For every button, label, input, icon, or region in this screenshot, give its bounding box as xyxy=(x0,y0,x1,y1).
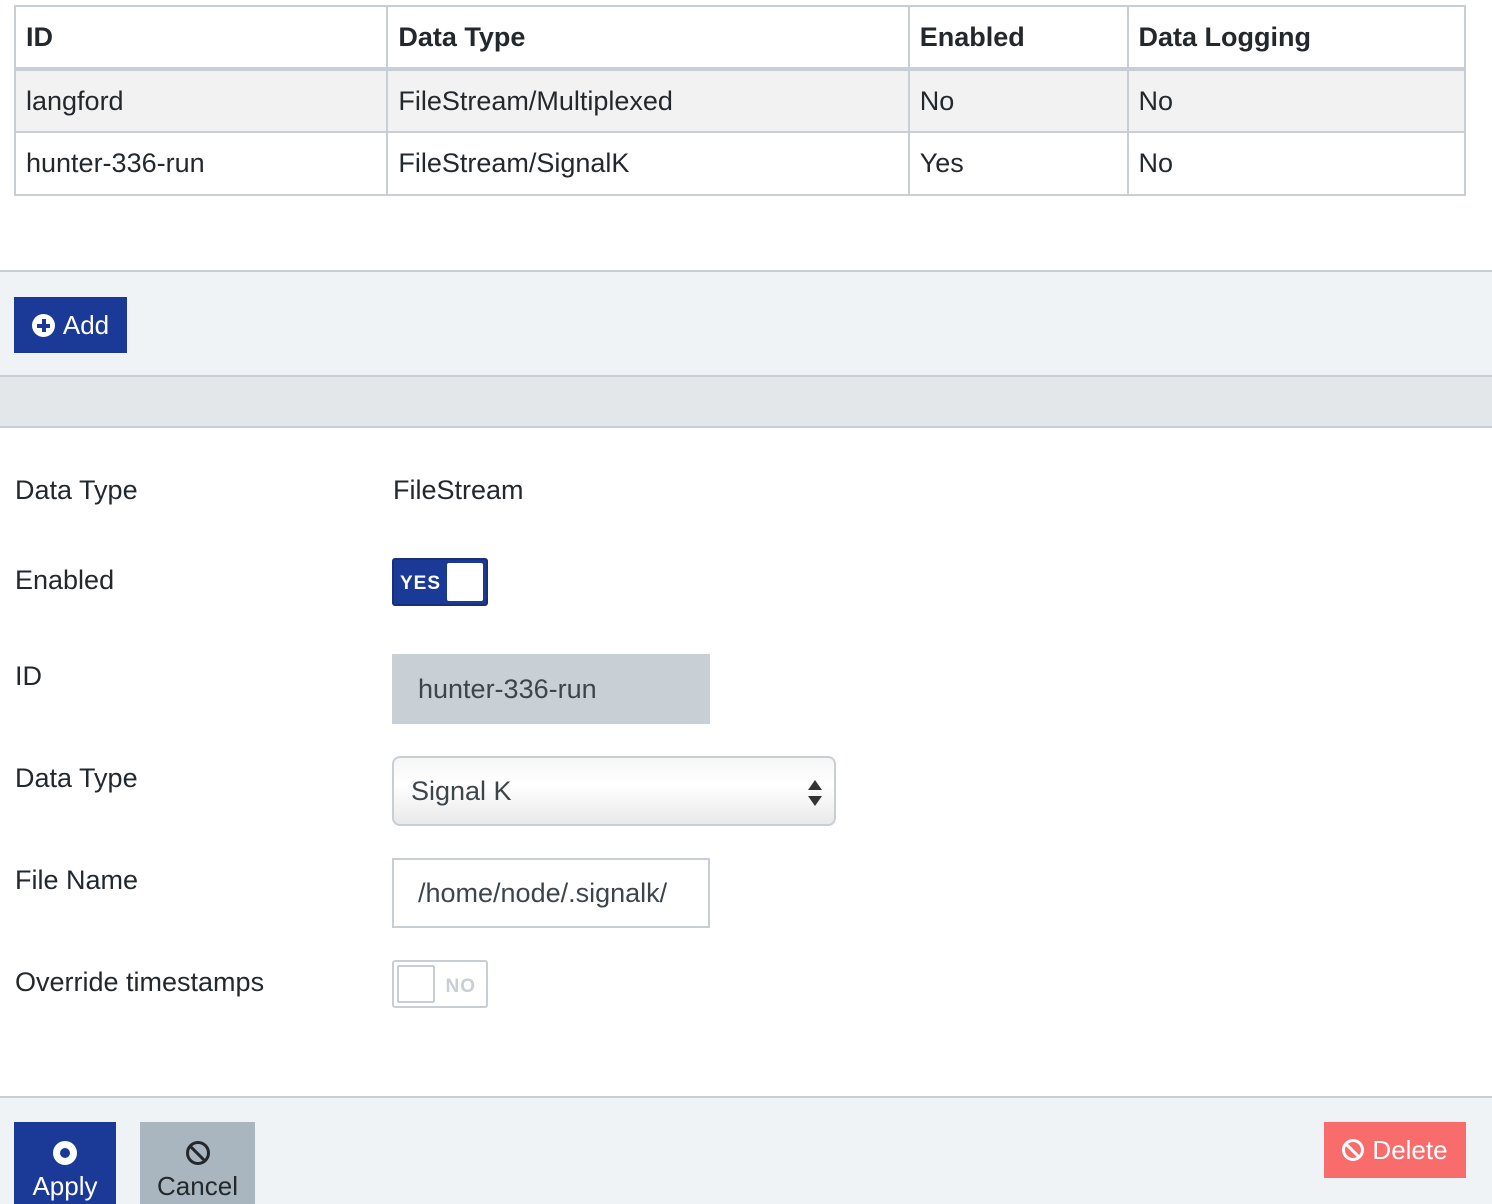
apply-button[interactable]: Apply xyxy=(14,1122,116,1204)
add-button[interactable]: Add xyxy=(14,297,127,353)
cell-id: hunter-336-run xyxy=(13,131,389,196)
table-row[interactable]: langford FileStream/Multiplexed No No xyxy=(13,68,1467,133)
file-name-input[interactable] xyxy=(392,858,710,928)
data-type-label: Data Type xyxy=(15,475,138,505)
id-input[interactable] xyxy=(392,654,710,724)
cell-data-logging: No xyxy=(1126,131,1467,196)
override-timestamps-toggle[interactable]: NO xyxy=(392,960,488,1008)
cancel-button-label: Cancel xyxy=(157,1170,238,1201)
enabled-label: Enabled xyxy=(15,565,115,595)
override-toggle-text: NO xyxy=(445,976,476,997)
table-row[interactable]: hunter-336-run FileStream/SignalK Yes No xyxy=(13,131,1467,196)
apply-button-label: Apply xyxy=(32,1170,98,1201)
cancel-button[interactable]: Cancel xyxy=(140,1122,255,1204)
column-header-enabled[interactable]: Enabled xyxy=(907,5,1129,71)
cell-data-type: FileStream/SignalK xyxy=(386,131,910,196)
data-type-select-value: Signal K xyxy=(411,775,512,806)
cell-enabled: No xyxy=(907,68,1129,133)
table-header-row: ID Data Type Enabled Data Logging xyxy=(13,5,1467,71)
enabled-toggle-knob xyxy=(447,563,483,601)
plus-circle-icon xyxy=(31,313,55,337)
column-header-data-type[interactable]: Data Type xyxy=(386,5,910,71)
edit-card-footer: Apply Cancel Delete xyxy=(0,1096,1492,1204)
id-label: ID xyxy=(15,661,42,691)
cell-data-type: FileStream/Multiplexed xyxy=(386,68,910,133)
delete-button-label: Delete xyxy=(1372,1134,1448,1165)
data-type-select[interactable]: Signal K xyxy=(392,756,836,826)
enabled-toggle-text: YES xyxy=(400,573,442,594)
column-header-data-logging[interactable]: Data Logging xyxy=(1126,5,1467,71)
select-arrows-icon xyxy=(808,780,822,806)
cell-data-logging: No xyxy=(1126,68,1467,133)
enabled-toggle[interactable]: YES xyxy=(392,558,488,606)
cell-enabled: Yes xyxy=(907,131,1129,196)
data-type-value: FileStream xyxy=(393,475,524,505)
table-footer: Add xyxy=(0,270,1492,377)
connections-table: ID Data Type Enabled Data Logging langfo… xyxy=(13,5,1467,196)
cell-id: langford xyxy=(13,68,389,133)
connections-page: ID Data Type Enabled Data Logging langfo… xyxy=(0,0,1492,1204)
override-timestamps-label: Override timestamps xyxy=(15,967,265,997)
dot-circle-icon xyxy=(53,1140,77,1165)
add-button-label: Add xyxy=(62,309,110,340)
ban-icon xyxy=(1342,1139,1365,1161)
column-header-id[interactable]: ID xyxy=(13,5,389,71)
edit-card-header xyxy=(0,377,1492,428)
data-type-select-label: Data Type xyxy=(15,763,138,793)
file-name-label: File Name xyxy=(15,865,139,895)
ban-icon xyxy=(185,1140,210,1165)
delete-button[interactable]: Delete xyxy=(1324,1122,1466,1178)
override-toggle-knob xyxy=(397,965,435,1003)
